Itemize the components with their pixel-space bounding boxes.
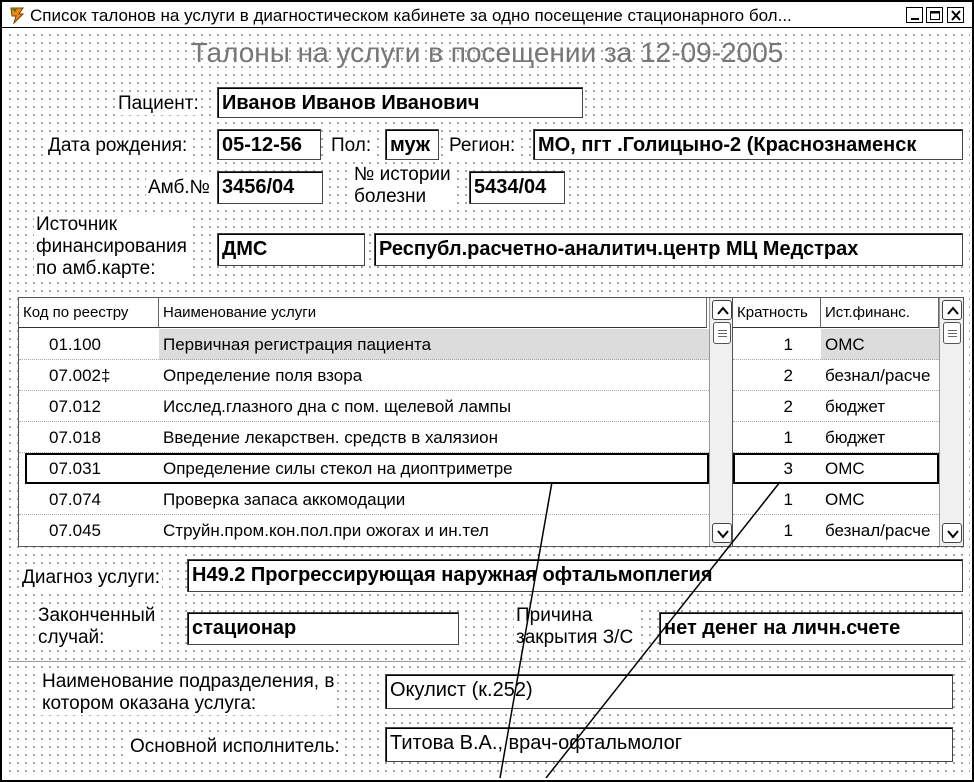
maximize-icon bbox=[930, 11, 940, 20]
minimize-icon bbox=[911, 18, 919, 20]
app-icon bbox=[10, 7, 25, 24]
window-title: Список талонов на услуги в диагностическ… bbox=[30, 6, 792, 25]
close-button[interactable] bbox=[947, 7, 964, 23]
annotation-callout-lines bbox=[499, 481, 781, 778]
form-client-area: Талоны на услуги в посещении за 12-09-20… bbox=[4, 29, 970, 778]
minimize-button[interactable] bbox=[906, 7, 923, 23]
close-icon bbox=[951, 10, 961, 21]
title-bar[interactable]: Список талонов на услуги в диагностическ… bbox=[2, 2, 972, 28]
app-window: Список талонов на услуги в диагностическ… bbox=[0, 0, 974, 782]
callout-line-multiplicity bbox=[545, 481, 781, 778]
maximize-button[interactable] bbox=[926, 7, 943, 23]
callout-line-name bbox=[499, 481, 553, 778]
